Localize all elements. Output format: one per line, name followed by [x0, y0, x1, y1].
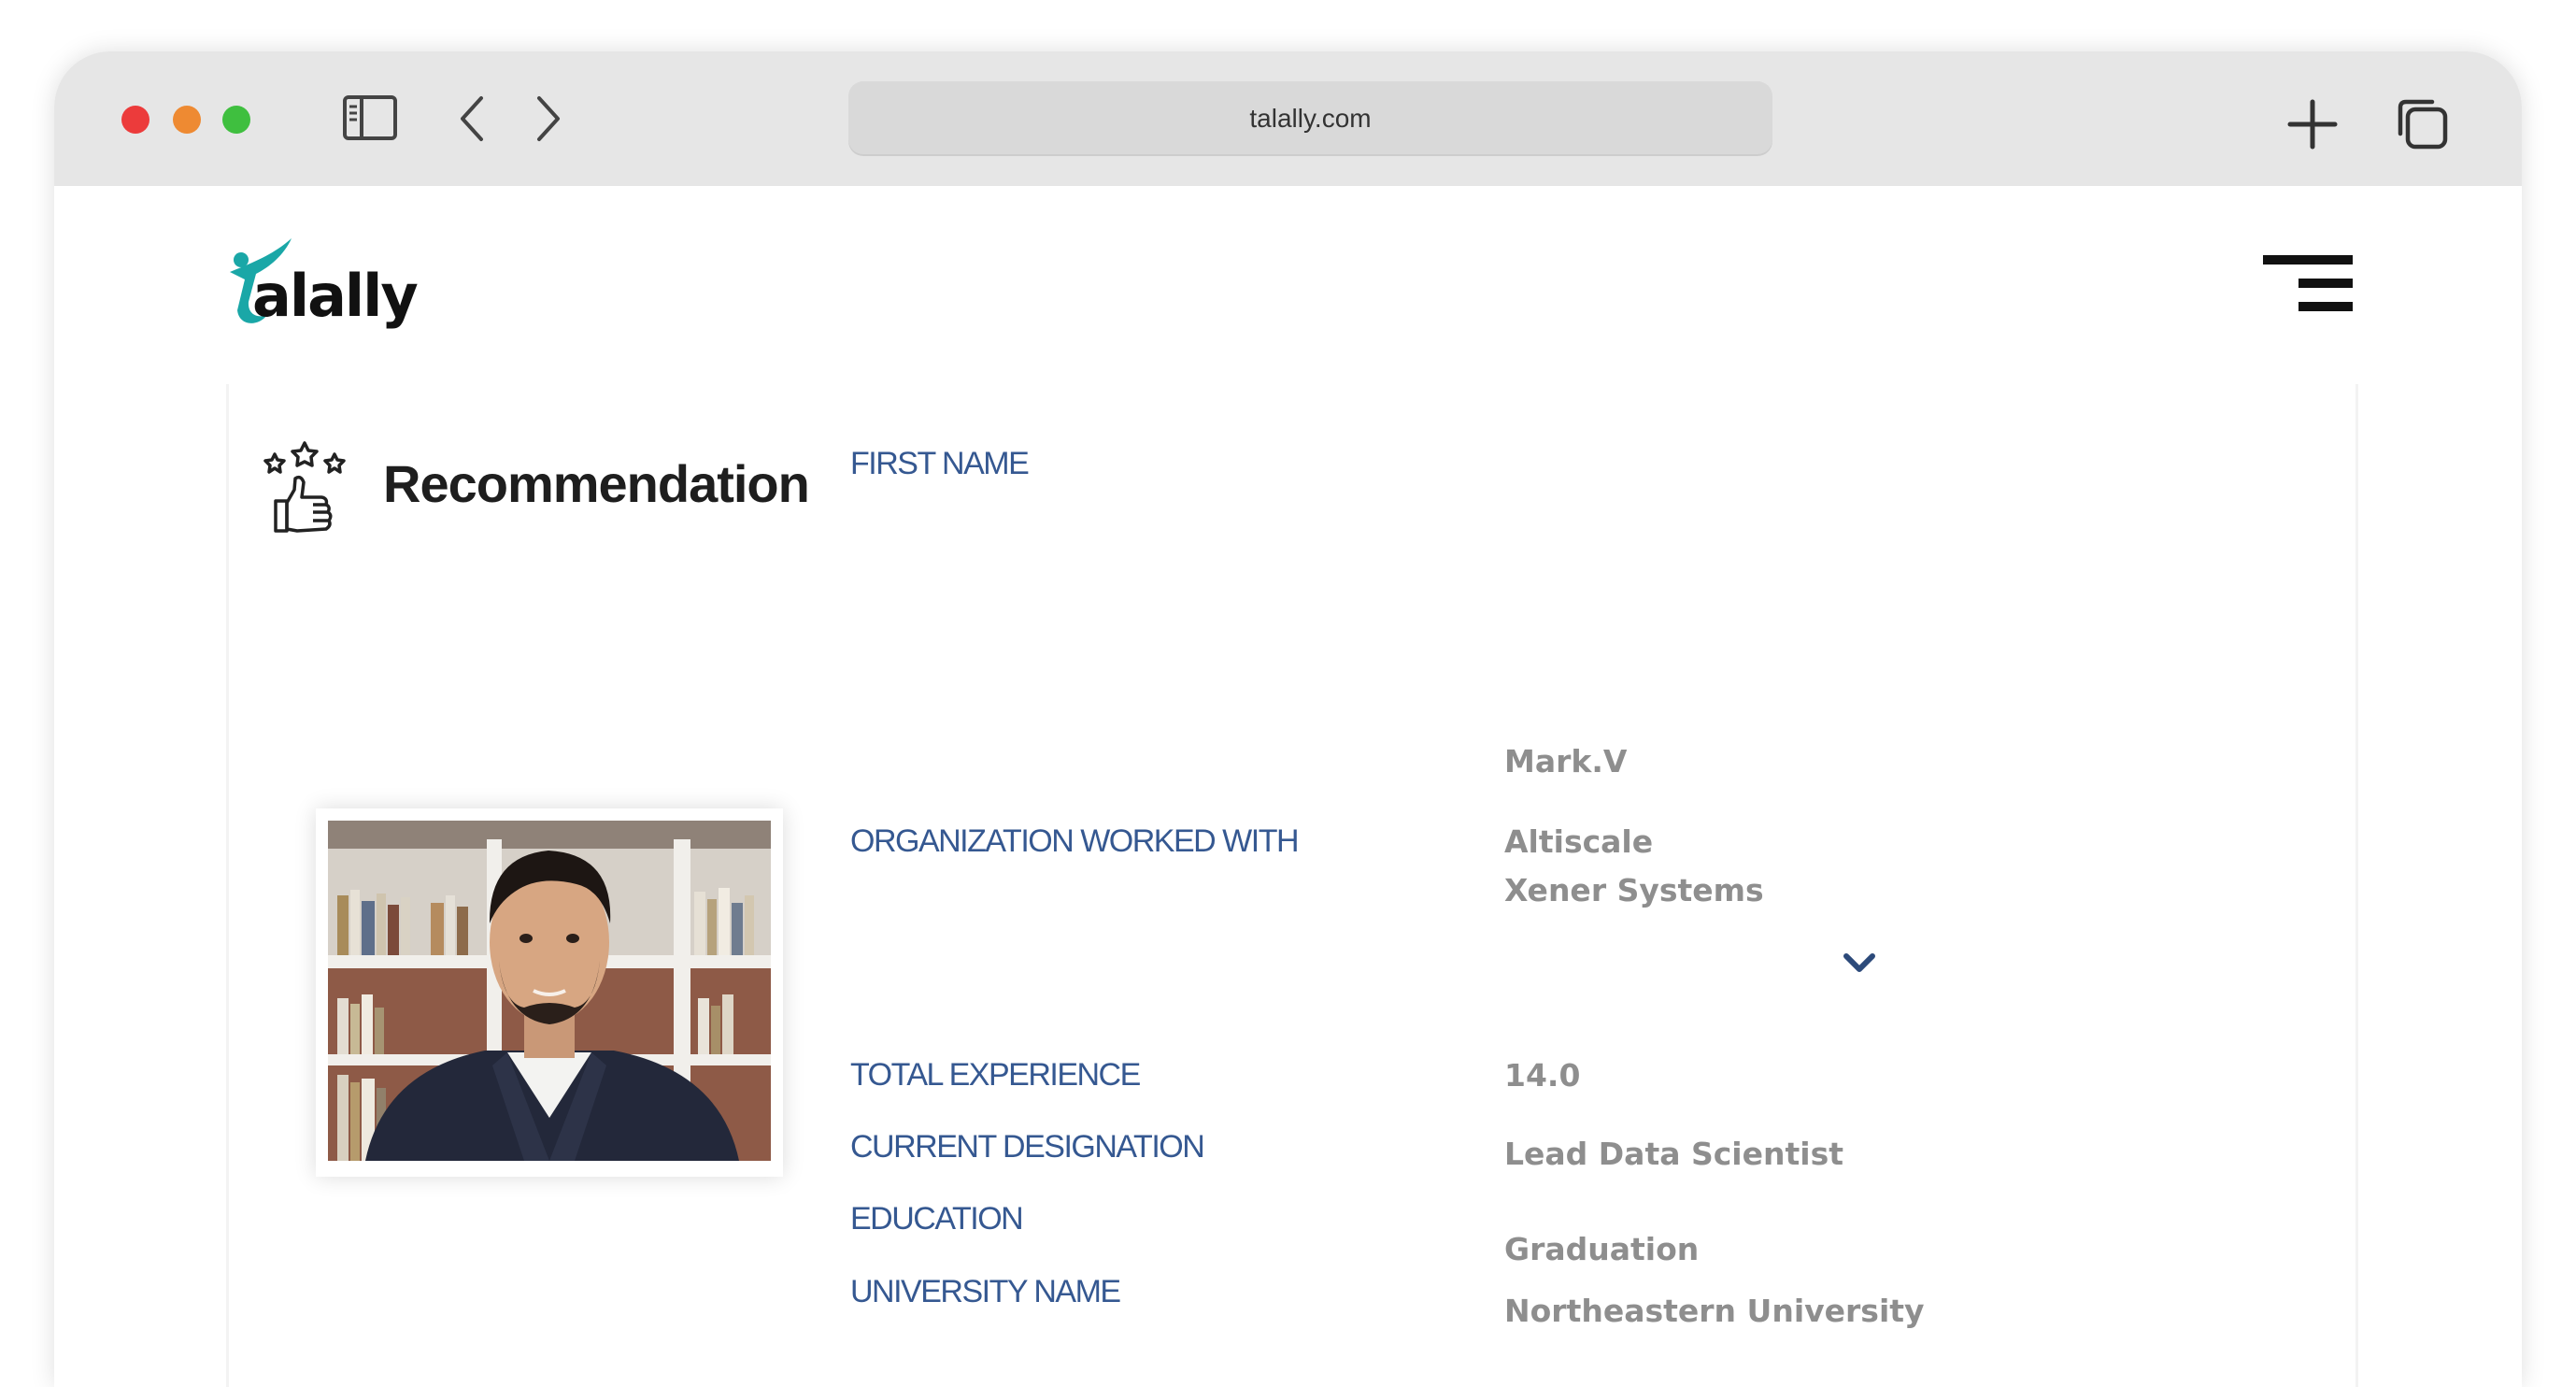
close-window-button[interactable] — [121, 106, 149, 134]
label-education: EDUCATION — [850, 1201, 1024, 1237]
url-text: talally.com — [1249, 104, 1372, 133]
browser-toolbar: talally.com — [54, 51, 2522, 186]
value-organization-1: Altiscale — [1504, 823, 1654, 860]
sidebar-icon[interactable] — [342, 93, 398, 142]
plus-icon[interactable] — [2286, 98, 2339, 150]
minimize-window-button[interactable] — [173, 106, 201, 134]
value-first-name: Mark.V — [1504, 743, 1628, 779]
label-current-designation: CURRENT DESIGNATION — [850, 1129, 1205, 1165]
value-total-experience: 14.0 — [1504, 1057, 1581, 1094]
label-first-name: FIRST NAME — [850, 446, 1030, 481]
value-education: Graduation — [1504, 1231, 1700, 1267]
maximize-window-button[interactable] — [222, 106, 250, 134]
chevron-down-icon[interactable] — [1839, 949, 1880, 979]
section-title: Recommendation — [383, 454, 810, 513]
tabs-overview-icon[interactable] — [2395, 96, 2451, 152]
address-bar[interactable]: talally.com — [848, 81, 1772, 156]
value-organization-2: Xener Systems — [1504, 872, 1764, 908]
browser-window: talally.com alally Recommendation FIRST … — [54, 51, 2522, 1387]
chevron-right-icon[interactable] — [533, 94, 564, 143]
stars-thumbs-up-icon — [263, 441, 346, 533]
hamburger-menu-icon[interactable] — [2263, 248, 2356, 322]
profile-photo-frame — [316, 808, 783, 1177]
value-university-name: Northeastern University — [1504, 1293, 1925, 1329]
chevron-left-icon[interactable] — [456, 94, 488, 143]
profile-photo — [328, 821, 771, 1161]
label-total-experience: TOTAL EXPERIENCE — [850, 1057, 1141, 1093]
label-organization: ORGANIZATION WORKED WITH — [850, 823, 1300, 859]
value-current-designation: Lead Data Scientist — [1504, 1136, 1843, 1172]
label-university-name: UNIVERSITY NAME — [850, 1274, 1121, 1309]
logo-text: alally — [252, 262, 419, 330]
